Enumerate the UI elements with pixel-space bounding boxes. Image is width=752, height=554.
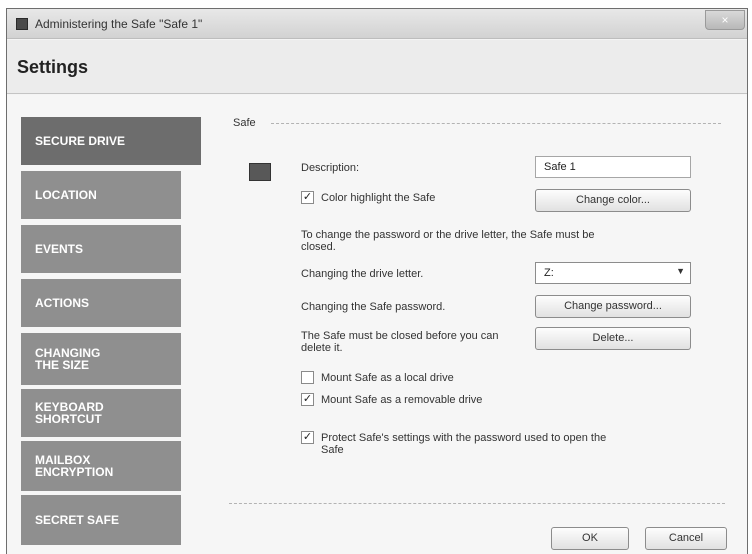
change-color-button[interactable]: Change color...: [535, 189, 691, 212]
sidebar-item-mailbox-encryption[interactable]: MAILBOX ENCRYPTION: [21, 441, 181, 491]
title-bar[interactable]: Administering the Safe "Safe 1" ×: [7, 9, 747, 39]
content-area: SECURE DRIVE LOCATION EVENTS ACTIONS CHA…: [7, 95, 747, 554]
window-title: Administering the Safe "Safe 1": [35, 17, 203, 31]
sidebar-item-location[interactable]: LOCATION: [21, 171, 181, 219]
sidebar-item-label: CHANGING THE SIZE: [35, 346, 101, 372]
drive-letter-select[interactable]: Z: ▼: [535, 262, 691, 284]
safe-icon: [249, 163, 271, 181]
delete-info-text: The Safe must be closed before you can d…: [301, 330, 499, 354]
sidebar-item-events[interactable]: EVENTS: [21, 225, 181, 273]
settings-window: Administering the Safe "Safe 1" × Settin…: [6, 8, 748, 554]
protect-settings-checkbox[interactable]: ✓: [301, 431, 314, 444]
mount-removable-checkbox[interactable]: ✓: [301, 393, 314, 406]
color-highlight-label: Color highlight the Safe: [321, 192, 436, 204]
sidebar-item-label: KEYBOARD SHORTCUT: [35, 400, 104, 426]
mount-removable-label: Mount Safe as a removable drive: [321, 394, 483, 406]
page-header: Settings: [7, 40, 747, 94]
sidebar-item-actions[interactable]: ACTIONS: [21, 279, 181, 327]
panel-bottom-divider: [229, 503, 725, 504]
drive-letter-label: Changing the drive letter.: [301, 268, 424, 280]
panel-divider: [271, 123, 721, 124]
page-title: Settings: [17, 57, 89, 77]
protect-settings-label: Protect Safe's settings with the passwor…: [321, 432, 607, 456]
sidebar-item-label: ACTIONS: [35, 296, 89, 310]
description-input[interactable]: Safe 1: [535, 156, 691, 178]
sidebar-item-secure-drive[interactable]: SECURE DRIVE: [21, 117, 201, 165]
panel-legend: Safe: [233, 117, 260, 129]
sidebar-item-keyboard-shortcut[interactable]: KEYBOARD SHORTCUT: [21, 389, 181, 437]
password-label: Changing the Safe password.: [301, 301, 446, 313]
sidebar-item-label: MAILBOX ENCRYPTION: [35, 453, 114, 479]
description-label: Description:: [301, 162, 360, 174]
sidebar-item-label: EVENTS: [35, 242, 84, 256]
safe-settings-panel: Safe Description: Safe 1 ✓ Color highlig…: [219, 109, 737, 553]
sidebar-item-label: SECURE DRIVE: [35, 134, 126, 148]
sidebar-item-changing-the-size[interactable]: CHANGING THE SIZE: [21, 333, 181, 385]
app-icon: [16, 18, 28, 30]
close-button[interactable]: ×: [705, 10, 745, 30]
mount-local-checkbox[interactable]: [301, 371, 314, 384]
chevron-down-icon: ▼: [676, 266, 685, 276]
ok-button[interactable]: OK: [551, 527, 629, 550]
close-safe-info-text: To change the password or the drive lett…: [301, 229, 595, 253]
color-highlight-checkbox[interactable]: ✓: [301, 191, 314, 204]
sidebar-item-label: LOCATION: [35, 188, 97, 202]
sidebar-item-secret-safe[interactable]: SECRET SAFE: [21, 495, 181, 545]
drive-letter-value: Z:: [544, 267, 554, 279]
delete-button[interactable]: Delete...: [535, 327, 691, 350]
mount-local-label: Mount Safe as a local drive: [321, 372, 454, 384]
sidebar-item-label: SECRET SAFE: [35, 513, 120, 527]
cancel-button[interactable]: Cancel: [645, 527, 727, 550]
change-password-button[interactable]: Change password...: [535, 295, 691, 318]
